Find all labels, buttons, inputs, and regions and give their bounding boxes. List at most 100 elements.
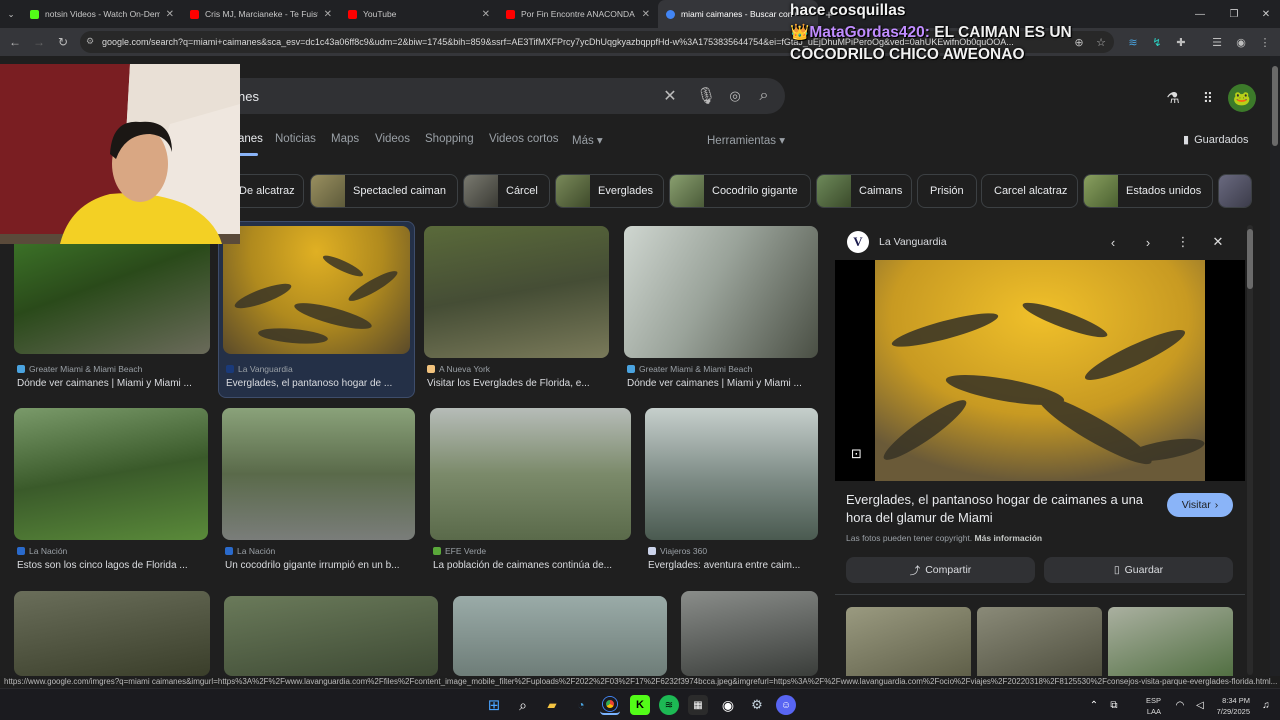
file-explorer-icon[interactable]: ▰ bbox=[542, 695, 562, 715]
tab-short-videos[interactable]: Videos cortos bbox=[489, 133, 558, 145]
more-info-link[interactable]: Más información bbox=[975, 533, 1043, 543]
panel-scrollbar-thumb[interactable] bbox=[1247, 229, 1253, 289]
chip-estados-unidos[interactable]: Estados unidos bbox=[1083, 174, 1213, 208]
lens-icon[interactable]: ⊡ bbox=[851, 446, 862, 462]
close-panel-button[interactable]: ✕ bbox=[1207, 231, 1229, 253]
result-title[interactable]: Visitar los Everglades de Florida, e... bbox=[427, 378, 607, 389]
reading-list-icon[interactable]: ☰ bbox=[1206, 28, 1228, 56]
account-avatar[interactable]: 🐸 bbox=[1228, 84, 1256, 112]
preview-title[interactable]: Everglades, el pantanoso hogar de caiman… bbox=[846, 491, 1156, 527]
search-icon[interactable]: ⌕ bbox=[750, 78, 778, 114]
result-image[interactable] bbox=[645, 408, 818, 540]
result-image[interactable] bbox=[430, 408, 631, 540]
spotify-icon[interactable]: ≋ bbox=[659, 695, 679, 715]
result-image[interactable] bbox=[453, 596, 667, 676]
volume-icon[interactable]: ◁ bbox=[1190, 695, 1210, 715]
reload-button[interactable]: ↻ bbox=[52, 28, 74, 56]
chip-more[interactable] bbox=[1218, 174, 1252, 208]
profile-icon[interactable]: ◉ bbox=[1230, 28, 1252, 56]
edge-icon[interactable]: ◔ bbox=[571, 695, 591, 715]
share-button[interactable]: ⤴ Compartir bbox=[846, 557, 1035, 583]
result-image[interactable] bbox=[14, 408, 208, 540]
voice-search-icon[interactable]: 🎙 bbox=[692, 78, 720, 114]
panel-source[interactable]: La Vanguardia bbox=[879, 236, 947, 248]
maximize-button[interactable]: ❐ bbox=[1218, 0, 1250, 28]
clear-search-icon[interactable]: ✕ bbox=[656, 78, 684, 114]
notification-bell-icon[interactable]: ♫ bbox=[1256, 695, 1276, 715]
back-button[interactable]: ← bbox=[4, 28, 26, 56]
result-image[interactable] bbox=[224, 596, 438, 676]
tab-0[interactable]: notsin Videos - Watch On-Dem... ✕ bbox=[22, 0, 182, 28]
result-title[interactable]: Estos son los cinco lagos de Florida ... bbox=[17, 560, 207, 571]
page-scrollbar-thumb[interactable] bbox=[1272, 66, 1278, 146]
tab-shopping[interactable]: Shopping bbox=[425, 133, 474, 145]
close-tab-icon[interactable]: ✕ bbox=[324, 9, 332, 20]
tab-list-button[interactable]: ⌄ bbox=[0, 0, 22, 28]
chip-carcel[interactable]: Cárcel bbox=[463, 174, 550, 208]
tab-3[interactable]: Por Fin Encontre ANACONDA G...✕ bbox=[498, 0, 658, 28]
close-tab-icon[interactable]: ✕ bbox=[482, 9, 490, 20]
clock-time[interactable]: 8:34 PM bbox=[1212, 695, 1250, 706]
previous-image-button[interactable]: ‹ bbox=[1102, 231, 1124, 253]
result-image[interactable] bbox=[222, 408, 415, 540]
saved-button[interactable]: ▮ Guardados bbox=[1183, 133, 1249, 147]
related-image[interactable] bbox=[846, 607, 971, 686]
result-title[interactable]: La población de caimanes continúa de... bbox=[433, 560, 629, 571]
discord-icon[interactable]: ☺ bbox=[776, 695, 796, 715]
chrome-icon[interactable] bbox=[600, 695, 620, 715]
result-title[interactable]: Dónde ver caimanes | Miami y Miami ... bbox=[627, 378, 817, 389]
tab-more[interactable]: Más ▾ bbox=[572, 133, 603, 147]
search-icon[interactable]: ⌕ bbox=[513, 695, 533, 715]
more-menu-icon[interactable]: ⋮ bbox=[1254, 28, 1276, 56]
more-options-button[interactable]: ⋮ bbox=[1172, 231, 1194, 253]
lens-search-icon[interactable]: ◎ bbox=[721, 78, 749, 114]
result-image[interactable] bbox=[681, 591, 818, 676]
close-tab-icon[interactable]: ✕ bbox=[642, 9, 650, 20]
result-image[interactable] bbox=[223, 226, 410, 354]
related-image[interactable] bbox=[1108, 607, 1233, 686]
extension-icon-2[interactable]: ↯ bbox=[1146, 28, 1168, 56]
chip-spectacled-caiman[interactable]: Spectacled caiman bbox=[310, 174, 458, 208]
result-image[interactable] bbox=[624, 226, 818, 358]
page-scrollbar[interactable] bbox=[1270, 56, 1280, 680]
obs-icon[interactable]: ◉ bbox=[718, 695, 738, 715]
next-image-button[interactable]: › bbox=[1137, 231, 1159, 253]
result-title[interactable]: Everglades: aventura entre caim... bbox=[648, 560, 816, 571]
forward-button[interactable]: → bbox=[28, 28, 50, 56]
result-title[interactable]: Dónde ver caimanes | Miami y Miami ... bbox=[17, 378, 209, 389]
tab-videos[interactable]: Videos bbox=[375, 133, 410, 145]
save-button[interactable]: ▯ Guardar bbox=[1044, 557, 1233, 583]
wifi-icon[interactable]: ◠ bbox=[1170, 695, 1190, 715]
labs-flask-icon[interactable]: ⚗ bbox=[1163, 88, 1183, 108]
bookmark-star-icon[interactable]: ☆ bbox=[1090, 28, 1112, 56]
site-info-icon[interactable]: ⚙ bbox=[86, 36, 96, 46]
terminal-icon[interactable]: ▦ bbox=[688, 695, 708, 715]
chip-prision[interactable]: Prisión bbox=[917, 174, 977, 208]
preview-image[interactable]: ⊡ bbox=[835, 260, 1245, 481]
chip-carcel-alcatraz[interactable]: Carcel alcatraz bbox=[981, 174, 1078, 208]
tools-button[interactable]: Herramientas ▾ bbox=[707, 133, 785, 147]
tray-chevron-icon[interactable]: ⌃ bbox=[1084, 695, 1104, 715]
chip-cocodrilo-gigante[interactable]: Cocodrilo gigante bbox=[669, 174, 811, 208]
result-image[interactable] bbox=[14, 591, 210, 676]
result-image[interactable] bbox=[424, 226, 609, 358]
apps-grid-icon[interactable]: ⠿ bbox=[1198, 88, 1218, 108]
tab-news[interactable]: Noticias bbox=[275, 133, 316, 145]
tray-network-icon[interactable]: ⧉ bbox=[1104, 695, 1124, 715]
language-indicator[interactable]: ESP bbox=[1146, 695, 1161, 706]
result-title[interactable]: Un cocodrilo gigante irrumpió en un b... bbox=[225, 560, 415, 571]
close-window-button[interactable]: ✕ bbox=[1250, 0, 1280, 28]
tab-images[interactable]: anes bbox=[238, 133, 263, 145]
extension-icon-1[interactable]: ≋ bbox=[1122, 28, 1144, 56]
tab-maps[interactable]: Maps bbox=[331, 133, 359, 145]
extensions-puzzle-icon[interactable]: ✚ bbox=[1170, 28, 1192, 56]
chip-caimans[interactable]: Caimans bbox=[816, 174, 912, 208]
windows-start-icon[interactable]: ⊞ bbox=[484, 695, 504, 715]
minimize-button[interactable]: — bbox=[1184, 0, 1216, 28]
kick-icon[interactable]: K bbox=[630, 695, 650, 715]
result-title[interactable]: Everglades, el pantanoso hogar de ... bbox=[226, 378, 408, 389]
steam-icon[interactable]: ⚙ bbox=[747, 695, 767, 715]
visit-button[interactable]: Visitar › bbox=[1167, 493, 1233, 517]
close-tab-icon[interactable]: ✕ bbox=[166, 9, 174, 20]
panel-scrollbar[interactable] bbox=[1247, 225, 1253, 675]
